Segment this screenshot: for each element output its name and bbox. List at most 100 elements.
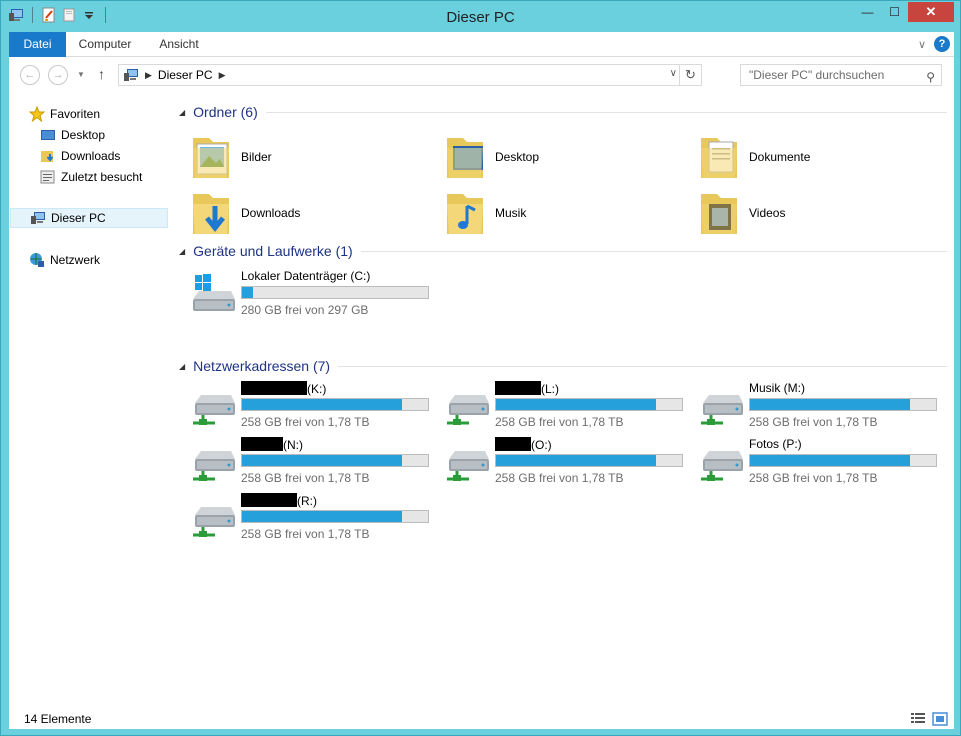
forward-button[interactable]: → xyxy=(48,65,68,85)
folder-videos[interactable]: Videos xyxy=(697,188,947,238)
network-drive-icon xyxy=(193,451,235,481)
drive-usage-bar xyxy=(241,398,429,411)
drive-usage-fill xyxy=(496,399,656,410)
window-client-area: Datei Computer Ansicht ∨ ? ← → ▼ ↑ ▶ Die… xyxy=(9,32,954,729)
network-drive[interactable]: (N:) 258 GB frei von 1,78 TB xyxy=(189,437,443,491)
this-pc-icon xyxy=(124,69,138,81)
nav-downloads[interactable]: Downloads xyxy=(40,146,120,166)
nav-desktop[interactable]: Desktop xyxy=(40,125,105,145)
drive-free-space: 258 GB frei von 1,78 TB xyxy=(241,527,370,541)
nav-recent[interactable]: Zuletzt besucht xyxy=(40,167,142,187)
ribbon-controls: ∨ ? xyxy=(918,36,950,52)
drive-letter: (N:) xyxy=(283,438,303,452)
drive-free-space: 258 GB frei von 1,78 TB xyxy=(241,415,370,429)
desktop-icon xyxy=(41,130,55,140)
network-drive[interactable]: (L:) 258 GB frei von 1,78 TB xyxy=(443,381,697,435)
tab-datei[interactable]: Datei xyxy=(9,32,66,57)
drive-name: (K:) xyxy=(241,381,326,396)
drive-letter: Musik (M:) xyxy=(749,381,805,395)
pictures-folder-icon xyxy=(193,138,229,178)
address-dropdown-icon[interactable]: ∨ xyxy=(670,68,677,79)
drive-name: Lokaler Datenträger (C:) xyxy=(241,269,371,283)
folder-name: Bilder xyxy=(241,150,272,164)
up-button[interactable]: ↑ xyxy=(98,66,105,82)
search-placeholder: "Dieser PC" durchsuchen xyxy=(749,68,885,82)
large-icons-view-icon[interactable] xyxy=(932,712,948,726)
drive-free-space: 258 GB frei von 1,78 TB xyxy=(495,415,624,429)
collapse-icon[interactable]: ◢ xyxy=(179,108,185,117)
drive-usage-bar xyxy=(241,454,429,467)
network-drive-icon xyxy=(447,395,489,425)
desktop-folder-icon xyxy=(447,138,483,178)
breadcrumb[interactable]: Dieser PC xyxy=(158,68,213,82)
address-bar[interactable]: ▶ Dieser PC ▶ ∨ ↻ xyxy=(118,64,702,86)
folder-dokumente[interactable]: Dokumente xyxy=(697,132,947,182)
close-button[interactable]: ✕ xyxy=(908,2,954,22)
network-drive[interactable]: Fotos (P:) 258 GB frei von 1,78 TB xyxy=(697,437,951,491)
group-devices[interactable]: ◢ Geräte und Laufwerke (1) xyxy=(179,241,947,261)
folder-downloads[interactable]: Downloads xyxy=(189,188,439,238)
collapse-icon[interactable]: ◢ xyxy=(179,247,185,256)
nav-favorites[interactable]: Favoriten xyxy=(29,104,100,124)
refresh-button[interactable]: ↻ xyxy=(679,65,701,85)
title-bar[interactable]: Dieser PC — ☐ ✕ xyxy=(1,1,960,32)
network-drive[interactable]: (K:) 258 GB frei von 1,78 TB xyxy=(189,381,443,435)
drive-free-space: 280 GB frei von 297 GB xyxy=(241,303,369,317)
group-folders[interactable]: ◢ Ordner (6) xyxy=(179,102,947,122)
folder-musik[interactable]: Musik xyxy=(443,188,693,238)
maximize-button[interactable]: ☐ xyxy=(881,2,908,22)
drive-name: (O:) xyxy=(495,437,552,452)
network-drive[interactable]: Musik (M:) 258 GB frei von 1,78 TB xyxy=(697,381,951,435)
minimize-button[interactable]: — xyxy=(854,2,881,22)
nav-label: Favoriten xyxy=(50,107,101,121)
help-icon[interactable]: ? xyxy=(934,36,950,52)
network-drive-icon xyxy=(193,395,235,425)
network-drive[interactable]: (R:) 258 GB frei von 1,78 TB xyxy=(189,493,443,547)
expand-ribbon-icon[interactable]: ∨ xyxy=(918,38,926,51)
network-drive-icon xyxy=(701,395,743,425)
details-view-icon[interactable] xyxy=(910,712,926,726)
drive-c[interactable]: Lokaler Datenträger (C:) 280 GB frei von… xyxy=(189,269,443,323)
drive-usage-bar xyxy=(495,398,683,411)
search-icon[interactable]: ⚲ xyxy=(926,67,935,87)
nav-label: Downloads xyxy=(61,149,121,163)
network-icon xyxy=(30,253,44,267)
drive-usage-fill xyxy=(242,455,402,466)
window-title: Dieser PC xyxy=(446,9,515,26)
drive-name: (N:) xyxy=(241,437,303,452)
folder-name: Dokumente xyxy=(749,150,811,164)
drive-usage-bar xyxy=(749,454,937,467)
collapse-icon[interactable]: ◢ xyxy=(179,362,185,371)
group-label: Netzwerkadressen (7) xyxy=(193,358,331,374)
network-drive[interactable]: (O:) 258 GB frei von 1,78 TB xyxy=(443,437,697,491)
redacted-label xyxy=(495,437,531,451)
tab-ansicht[interactable]: Ansicht xyxy=(149,32,209,57)
nav-label: Desktop xyxy=(61,128,106,142)
network-drive-icon xyxy=(701,451,743,481)
folder-name: Videos xyxy=(749,206,786,220)
group-divider xyxy=(338,365,947,367)
nav-network[interactable]: Netzwerk xyxy=(29,250,100,270)
search-input[interactable]: "Dieser PC" durchsuchen ⚲ xyxy=(740,64,942,86)
breadcrumb-arrow-icon[interactable]: ▶ xyxy=(219,70,226,81)
nav-this-pc[interactable]: Dieser PC xyxy=(10,208,168,228)
recent-places-icon xyxy=(40,170,55,184)
redacted-label xyxy=(241,437,283,451)
view-switcher xyxy=(910,712,948,726)
folder-bilder[interactable]: Bilder xyxy=(189,132,439,182)
folder-name: Downloads xyxy=(241,206,301,220)
status-bar: 14 Elemente xyxy=(9,709,954,729)
breadcrumb-arrow-icon[interactable]: ▶ xyxy=(145,70,152,81)
tab-computer[interactable]: Computer xyxy=(69,32,141,57)
group-network[interactable]: ◢ Netzwerkadressen (7) xyxy=(179,356,947,376)
downloads-folder-icon xyxy=(193,194,229,234)
drive-name: Musik (M:) xyxy=(749,381,805,395)
drive-usage-fill xyxy=(496,455,656,466)
recent-locations-icon[interactable]: ▼ xyxy=(77,70,85,79)
nav-label: Netzwerk xyxy=(50,253,101,267)
drive-usage-fill xyxy=(242,287,254,298)
back-button[interactable]: ← xyxy=(20,65,40,85)
drive-name: (L:) xyxy=(495,381,559,396)
drive-letter: (K:) xyxy=(307,382,327,396)
folder-desktop[interactable]: Desktop xyxy=(443,132,693,182)
